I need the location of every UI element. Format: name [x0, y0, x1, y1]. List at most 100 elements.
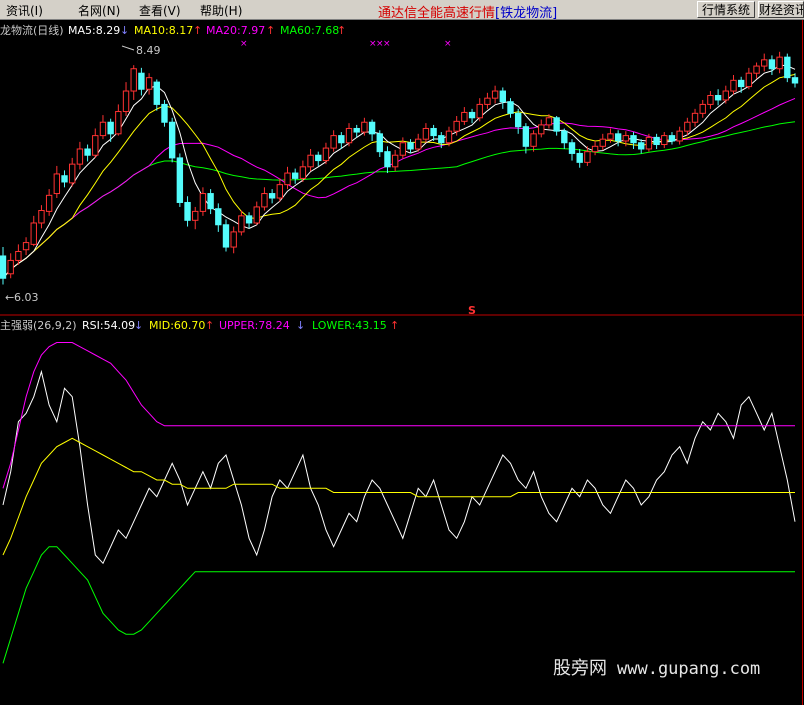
candle-body [184, 201, 191, 221]
quote-system-button[interactable]: 行情系统 [697, 1, 755, 18]
candlestick [676, 126, 683, 145]
candle-body [607, 133, 614, 140]
candle-body [691, 112, 699, 123]
candlestick [253, 201, 260, 225]
candlestick [591, 140, 599, 156]
candle-body [84, 148, 91, 156]
candle-body [707, 94, 714, 105]
rsi-arrow-icon: ↓ [134, 319, 143, 332]
signal-mark-icon: × [383, 39, 391, 49]
candlestick [730, 74, 737, 95]
candle-body [461, 111, 468, 122]
candle-body [376, 133, 383, 153]
candle-body [768, 59, 776, 70]
candle-body [507, 101, 514, 114]
candlestick [461, 107, 468, 125]
candle-body [330, 135, 337, 149]
candle-body [107, 121, 114, 135]
candlestick [538, 119, 545, 138]
candle-body [538, 124, 545, 135]
candle-body [745, 72, 753, 88]
candle-body [192, 210, 199, 221]
candle-body [30, 222, 37, 245]
candlestick [99, 115, 107, 140]
candlestick [476, 98, 483, 122]
candlestick [199, 187, 207, 216]
finance-info-button[interactable]: 财经资讯 [758, 1, 804, 18]
candle-body [584, 151, 591, 163]
candlestick [753, 62, 760, 79]
candlestick [784, 53, 791, 83]
candlestick [499, 87, 506, 109]
candlestick [330, 130, 337, 152]
candle-body [499, 90, 506, 103]
candle-body [645, 136, 653, 150]
candlestick [0, 247, 7, 285]
candle-body [230, 231, 237, 248]
candlestick [653, 133, 660, 149]
candle-body [668, 135, 676, 142]
candlestick [153, 79, 160, 111]
candle-body [545, 117, 553, 126]
candlestick [292, 168, 299, 184]
candlestick [576, 148, 583, 168]
menu-help[interactable]: 帮助(H) [200, 2, 242, 19]
candlestick [561, 128, 568, 149]
ma20-arrow-icon: ↑ [266, 24, 275, 37]
candlestick [107, 118, 114, 142]
upper-label: UPPER:78.24 [219, 319, 290, 332]
current-bar-marker: S [468, 304, 476, 317]
candle-body [468, 111, 476, 119]
candle-body [699, 103, 706, 114]
candle-body [415, 138, 422, 150]
candlestick [415, 133, 422, 152]
candle-body [307, 154, 314, 168]
candle-body [445, 130, 453, 144]
candle-body [338, 135, 345, 144]
candlestick [30, 215, 37, 247]
candle-body [438, 135, 445, 144]
candle-body [207, 193, 214, 210]
candle-body [345, 127, 353, 144]
upper-line [2, 342, 795, 489]
candle-body [422, 127, 430, 140]
candle-body [122, 90, 130, 113]
candlestick [53, 165, 61, 199]
candlestick [184, 196, 191, 227]
candlestick [245, 212, 253, 229]
lower-label: LOWER:43.15 [312, 319, 387, 332]
menu-info[interactable]: 资讯(I) [6, 2, 43, 19]
candlestick [599, 133, 606, 150]
candle-body [69, 163, 76, 184]
candle-body [653, 136, 660, 146]
candle-body [161, 103, 168, 123]
candlestick [76, 141, 84, 170]
mid-line [2, 437, 795, 556]
ma10-line [2, 73, 796, 279]
ma60-arrow-icon: ↑ [337, 24, 346, 37]
candle-body [245, 215, 253, 224]
candlestick [484, 92, 491, 109]
watermark-brand: 股旁网 [553, 658, 607, 679]
stock-period-label: 龙物流(日线) [0, 23, 64, 37]
menu-bar: 资讯(I) 名网(N) 查看(V) 帮助(H) 通达信全能高速行情[铁龙物流] … [0, 0, 804, 21]
candlestick [553, 115, 560, 136]
candlestick [261, 187, 268, 211]
candle-body [138, 72, 145, 90]
menu-view[interactable]: 查看(V) [139, 2, 181, 19]
menu-famous-sites[interactable]: 名网(N) [78, 2, 120, 19]
candle-body [622, 135, 630, 142]
candlestick [38, 205, 45, 229]
candlestick [315, 151, 322, 166]
candlestick [530, 130, 537, 152]
candlestick [168, 117, 176, 163]
candlestick [407, 139, 414, 154]
watermark: 股旁网 www.gupang.com [553, 654, 760, 680]
candlestick [215, 203, 222, 232]
candle-body [638, 142, 645, 150]
candle-body [261, 193, 268, 208]
candle-body [353, 127, 360, 133]
ma10-arrow-icon: ↑ [193, 24, 202, 37]
candle-body [399, 142, 407, 156]
candlestick [45, 189, 53, 216]
